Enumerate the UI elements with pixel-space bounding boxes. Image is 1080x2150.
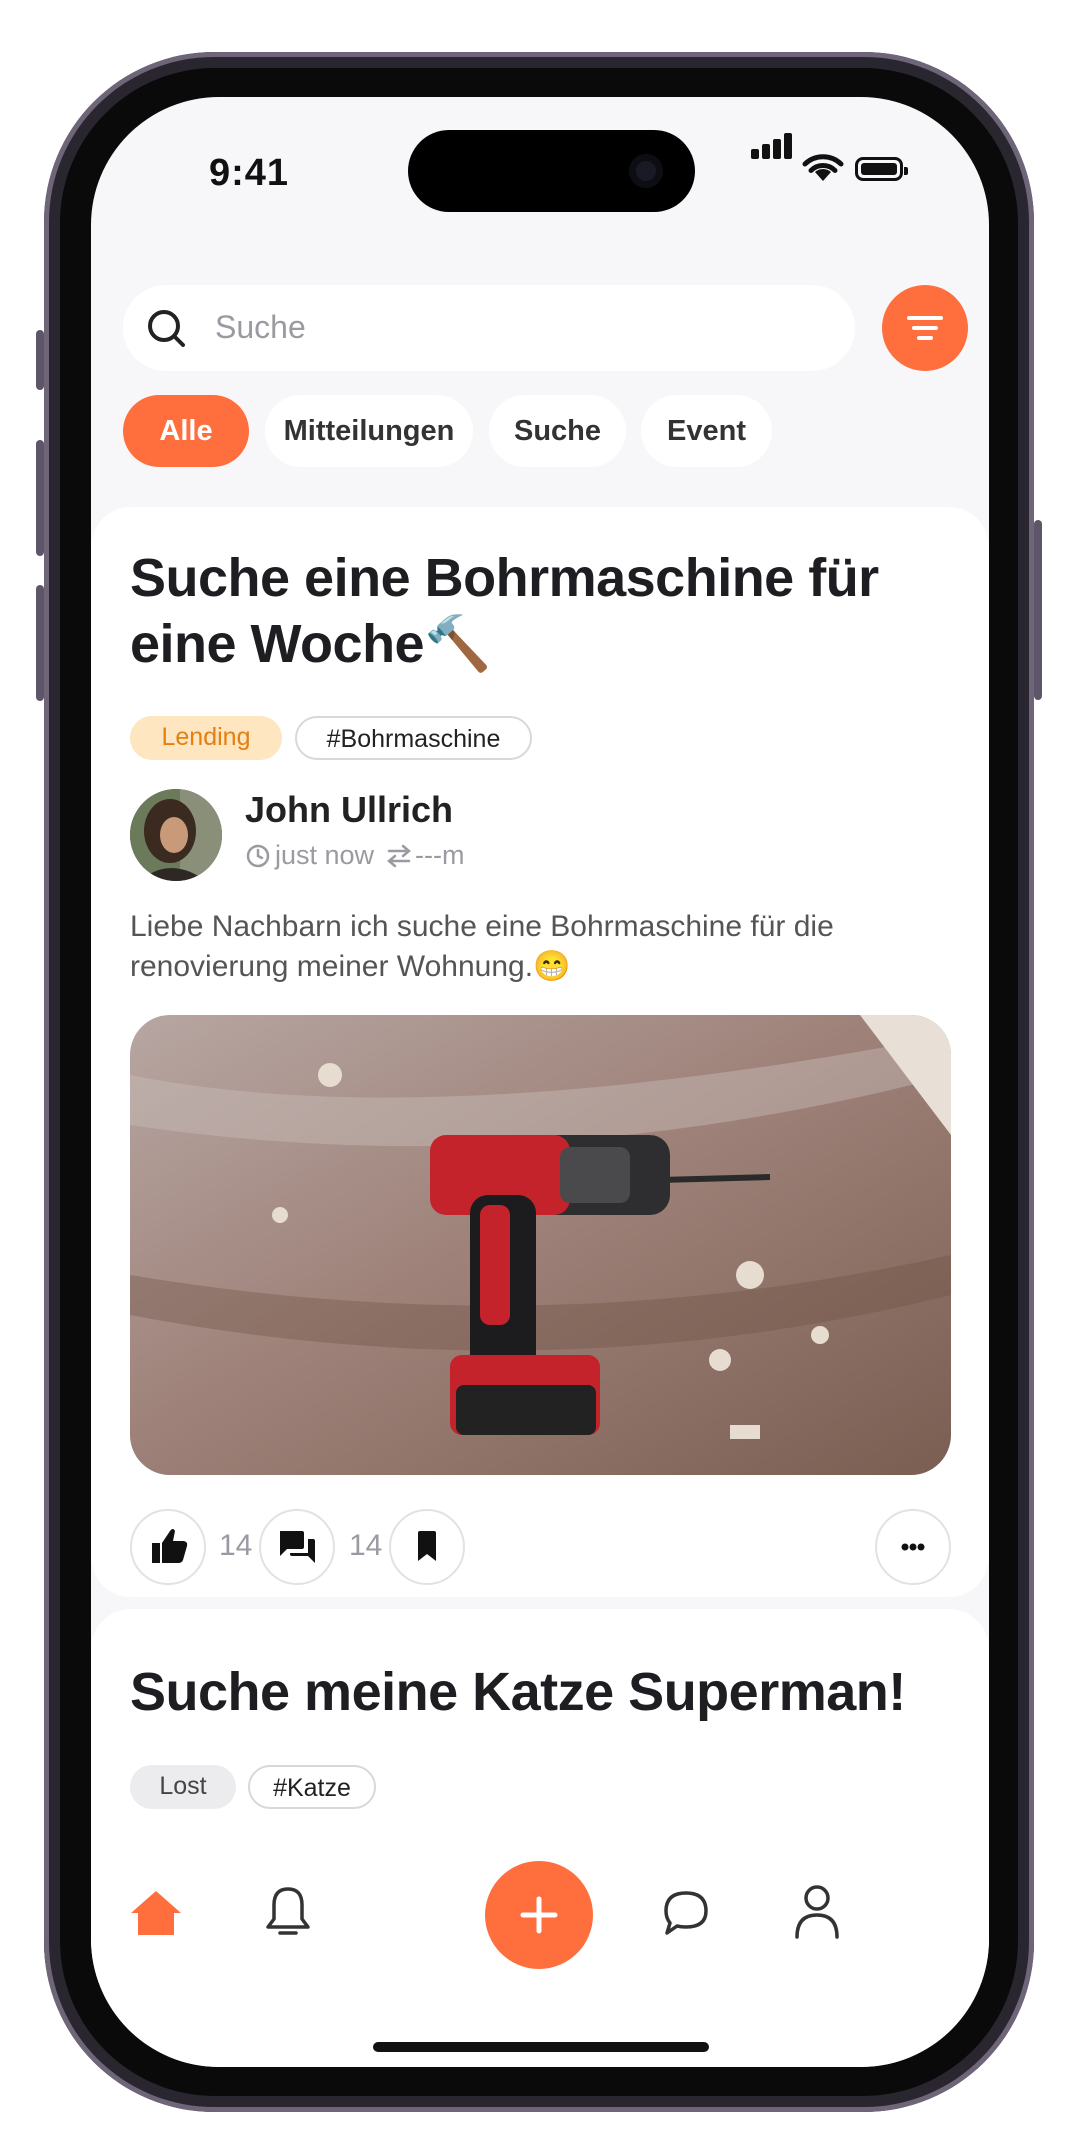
post-title: Suche meine Katze Superman! <box>130 1662 906 1722</box>
home-icon[interactable] <box>129 1887 183 1939</box>
more-icon <box>901 1543 925 1551</box>
bookmark-icon <box>418 1531 436 1561</box>
bookmark-button[interactable] <box>389 1509 465 1585</box>
volume-down-button <box>36 585 44 701</box>
filter-icon <box>907 316 943 340</box>
chip-suche[interactable]: Suche <box>489 395 626 467</box>
create-post-button[interactable] <box>485 1861 593 1969</box>
thumbs-up-icon <box>152 1529 188 1563</box>
filter-button[interactable] <box>882 285 968 371</box>
profile-icon[interactable] <box>791 1881 843 1941</box>
comment-count: 14 <box>349 1529 383 1562</box>
post-body: Liebe Nachbarn ich suche eine Bohrmaschi… <box>130 910 834 983</box>
clock-icon <box>246 844 270 868</box>
comment-icon <box>280 1531 315 1563</box>
avatar[interactable] <box>130 789 222 881</box>
chip-event[interactable]: Event <box>641 395 772 467</box>
status-time: 9:41 <box>209 152 290 194</box>
like-button[interactable] <box>130 1509 206 1585</box>
volume-up-button <box>36 440 44 556</box>
like-count: 14 <box>219 1529 253 1562</box>
post-distance: ---m <box>415 840 465 870</box>
status-bar: 9:41 <box>91 97 989 247</box>
app-screen: 9:41 Suche Alle Mitteilungen Suche Event… <box>91 97 989 2067</box>
chip-mitteilungen[interactable]: Mitteilungen <box>265 395 473 467</box>
wifi-icon <box>802 154 844 181</box>
author-name[interactable]: John Ullrich <box>245 789 453 831</box>
chat-icon[interactable] <box>658 1885 714 1941</box>
type-tag[interactable]: Lending <box>130 716 282 760</box>
category-chips: Alle Mitteilungen Suche Event <box>123 395 983 467</box>
bottom-nav <box>91 1837 989 2067</box>
type-tag[interactable]: Lost <box>130 1765 236 1809</box>
more-button[interactable] <box>875 1509 951 1585</box>
post-card[interactable]: Suche eine Bohrmaschine für eine Woche🔨 … <box>91 507 989 1597</box>
camera-icon <box>629 154 663 188</box>
battery-icon <box>855 157 908 181</box>
post-time: just now <box>275 840 375 870</box>
post-photo[interactable] <box>130 1015 951 1475</box>
comment-button[interactable] <box>259 1509 335 1585</box>
search-icon <box>148 310 185 347</box>
power-button <box>1034 520 1042 700</box>
dynamic-island <box>408 130 695 212</box>
mute-switch <box>36 330 44 390</box>
search-bar[interactable]: Suche <box>123 285 855 371</box>
hashtag-tag[interactable]: #Katze <box>248 1765 376 1809</box>
distance-icon <box>387 844 411 868</box>
bell-icon[interactable] <box>260 1881 316 1941</box>
post-title-line-2: eine Woche🔨 <box>130 614 491 674</box>
chip-alle[interactable]: Alle <box>123 395 249 467</box>
hashtag-tag[interactable]: #Bohrmaschine <box>295 716 532 760</box>
search-placeholder: Suche <box>215 309 306 345</box>
post-title-line-1: Suche eine Bohrmaschine für <box>130 548 879 608</box>
plus-icon <box>520 1896 558 1934</box>
home-indicator <box>373 2042 709 2052</box>
